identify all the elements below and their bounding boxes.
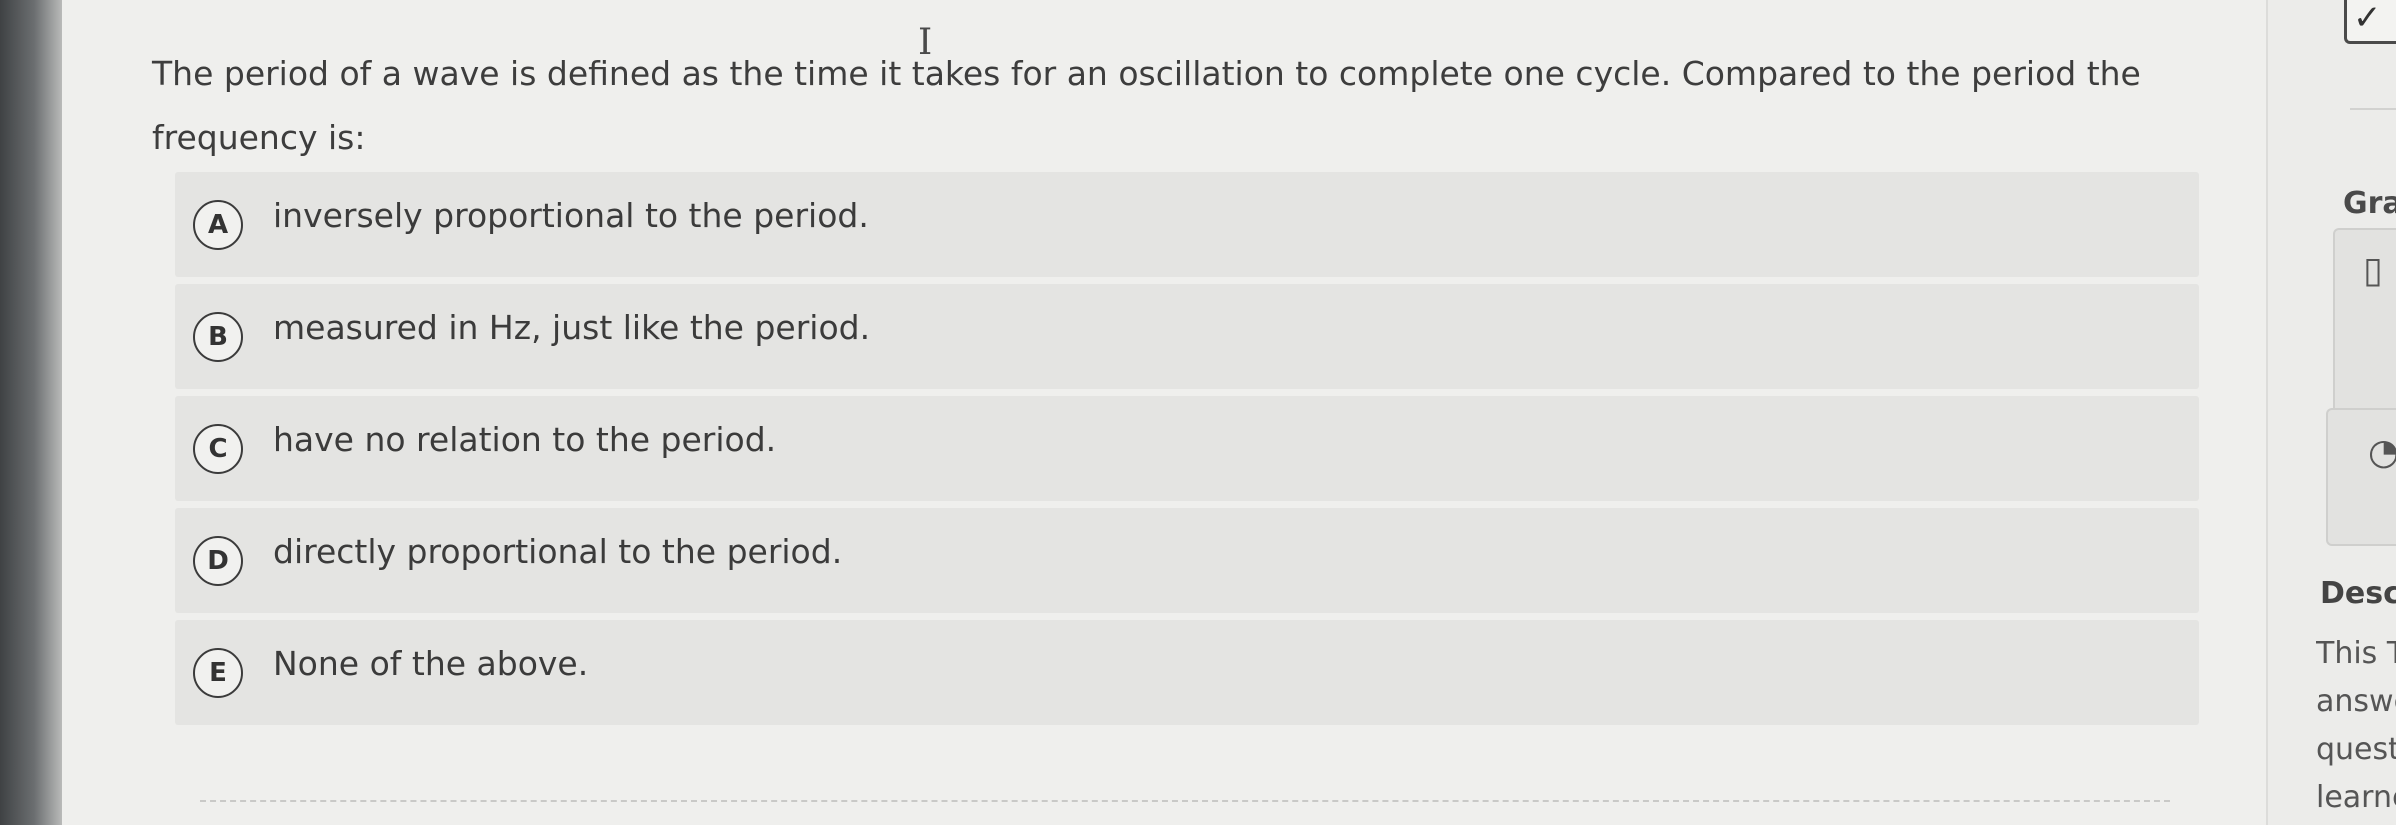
question-text: The period of a wave is defined as the t… xyxy=(152,54,2141,157)
screen-left-edge xyxy=(0,0,62,825)
option-text-c: have no relation to the period. xyxy=(273,420,777,459)
checkmark-icon[interactable]: ✓ xyxy=(2344,0,2396,44)
option-text-a: inversely proportional to the period. xyxy=(273,196,869,235)
option-d[interactable]: D directly proportional to the period. xyxy=(175,508,2199,613)
option-letter-e: E xyxy=(193,648,243,698)
option-text-b: measured in Hz, just like the period. xyxy=(273,308,871,347)
option-letter-a: A xyxy=(193,200,243,250)
answer-options: A inversely proportional to the period. … xyxy=(175,172,2199,732)
option-c[interactable]: C have no relation to the period. xyxy=(175,396,2199,501)
sidebar-divider xyxy=(2266,0,2268,825)
option-b[interactable]: B measured in Hz, just like the period. xyxy=(175,284,2199,389)
sidebar-description: This T answe quest learne xyxy=(2316,630,2396,822)
option-letter-d: D xyxy=(193,536,243,586)
description-line-3: quest xyxy=(2316,732,2396,767)
description-line-2: answe xyxy=(2316,684,2396,719)
option-text-e: None of the above. xyxy=(273,644,589,683)
graph-icon: ◔ xyxy=(2368,432,2396,473)
option-a[interactable]: A inversely proportional to the period. xyxy=(175,172,2199,277)
option-letter-c: C xyxy=(193,424,243,474)
sidebar-card-1[interactable]: ▯ xyxy=(2333,228,2396,422)
description-line-4: learne xyxy=(2316,780,2396,815)
description-line-1: This T xyxy=(2316,636,2396,671)
document-icon: ▯ xyxy=(2363,250,2383,291)
sidebar-heading-description: Desc xyxy=(2320,576,2396,611)
sidebar-separator xyxy=(2350,108,2396,110)
section-divider xyxy=(200,800,2170,802)
option-letter-b: B xyxy=(193,312,243,362)
text-cursor-icon: I xyxy=(918,22,933,63)
sidebar-card-2[interactable]: ◔ xyxy=(2326,408,2396,546)
option-e[interactable]: E None of the above. xyxy=(175,620,2199,725)
sidebar-heading-grading: Gra xyxy=(2343,186,2396,221)
option-text-d: directly proportional to the period. xyxy=(273,532,843,571)
